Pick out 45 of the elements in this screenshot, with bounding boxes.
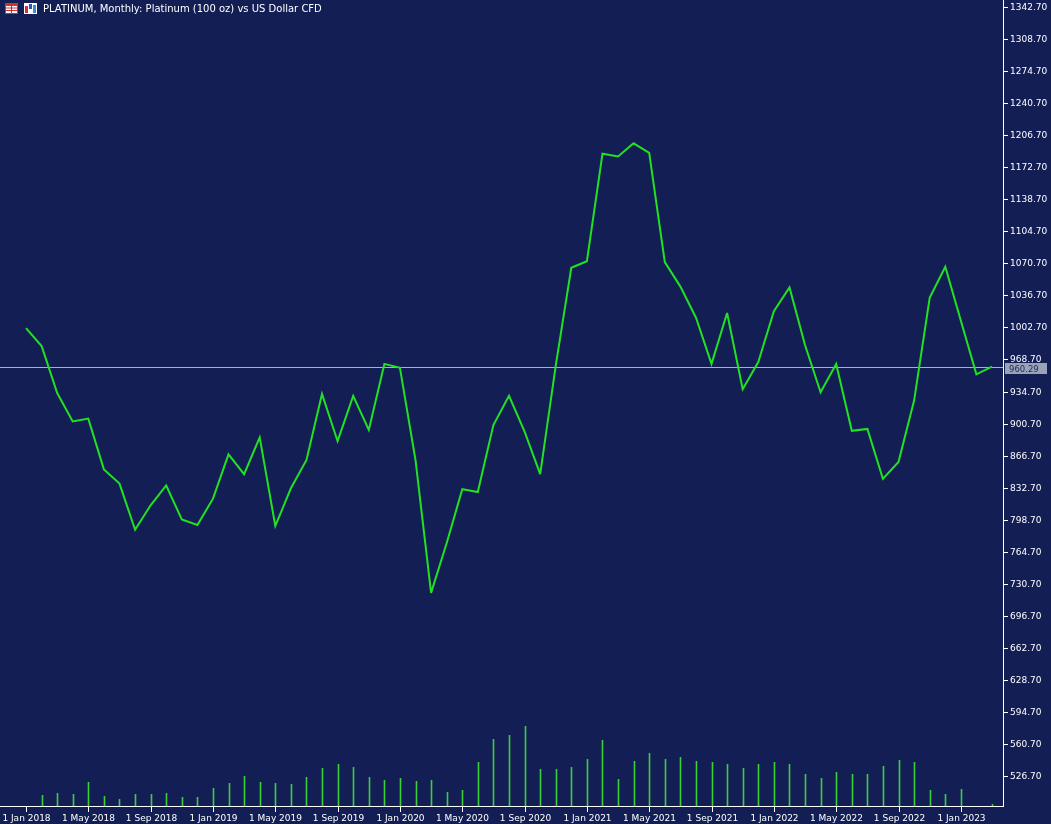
y-axis-label: 1240.70: [1010, 98, 1048, 108]
x-axis-label: 1 Jan 2021: [563, 813, 612, 823]
y-axis-label: 594.70: [1010, 707, 1042, 717]
x-axis-label: 1 Jan 2023: [937, 813, 986, 823]
x-axis-label: 1 May 2019: [249, 813, 302, 823]
x-axis-label: 1 Sep 2020: [499, 813, 552, 823]
x-axis-label: 1 May 2018: [62, 813, 115, 823]
y-axis-label: 526.70: [1010, 771, 1042, 781]
x-axis-label: 1 Sep 2019: [312, 813, 365, 823]
x-axis-label: 1 Sep 2018: [125, 813, 178, 823]
y-axis-label: 560.70: [1010, 739, 1042, 749]
x-axis-label: 1 May 2022: [810, 813, 863, 823]
x-axis-label: 1 Sep 2022: [873, 813, 926, 823]
y-axis-label: 730.70: [1010, 579, 1042, 589]
x-axis-label: 1 May 2021: [623, 813, 676, 823]
y-axis-label: 1206.70: [1010, 130, 1048, 140]
y-axis-label: 1308.70: [1010, 34, 1048, 44]
y-axis-label: 662.70: [1010, 643, 1042, 653]
y-axis-label: 866.70: [1010, 451, 1042, 461]
y-axis-label: 1002.70: [1010, 322, 1048, 332]
y-axis-label: 934.70: [1010, 387, 1042, 397]
x-axis-label: 1 May 2020: [436, 813, 489, 823]
y-axis-label: 1172.70: [1010, 162, 1048, 172]
y-axis-label: 764.70: [1010, 547, 1042, 557]
y-axis-label: 1274.70: [1010, 66, 1048, 76]
y-axis-label: 832.70: [1010, 483, 1042, 493]
x-axis-label: 1 Jan 2020: [376, 813, 425, 823]
chart-window-icon: [24, 3, 37, 14]
x-axis-label: 1 Jan 2018: [2, 813, 51, 823]
y-axis-label: 1036.70: [1010, 290, 1048, 300]
x-axis-label: 1 Sep 2021: [686, 813, 739, 823]
x-axis-label: 1 Jan 2019: [189, 813, 238, 823]
current-price-tag: 960.29: [1005, 363, 1047, 374]
y-axis-label: 798.70: [1010, 515, 1042, 525]
y-axis-label: 900.70: [1010, 419, 1042, 429]
y-axis-label: 1070.70: [1010, 258, 1048, 268]
y-axis-label: 628.70: [1010, 675, 1042, 685]
y-axis-label: 1342.70: [1010, 2, 1048, 12]
y-axis-label: 968.70: [1010, 354, 1042, 364]
x-axis-label: 1 Jan 2022: [750, 813, 799, 823]
y-axis-label: 696.70: [1010, 611, 1042, 621]
y-axis-label: 1104.70: [1010, 226, 1048, 236]
ref-line-label: 960.29: [1009, 363, 1039, 374]
chart-title: PLATINUM, Monthly: Platinum (100 oz) vs US Dollar CFD: [43, 3, 322, 14]
y-axis-label: 1138.70: [1010, 194, 1048, 204]
